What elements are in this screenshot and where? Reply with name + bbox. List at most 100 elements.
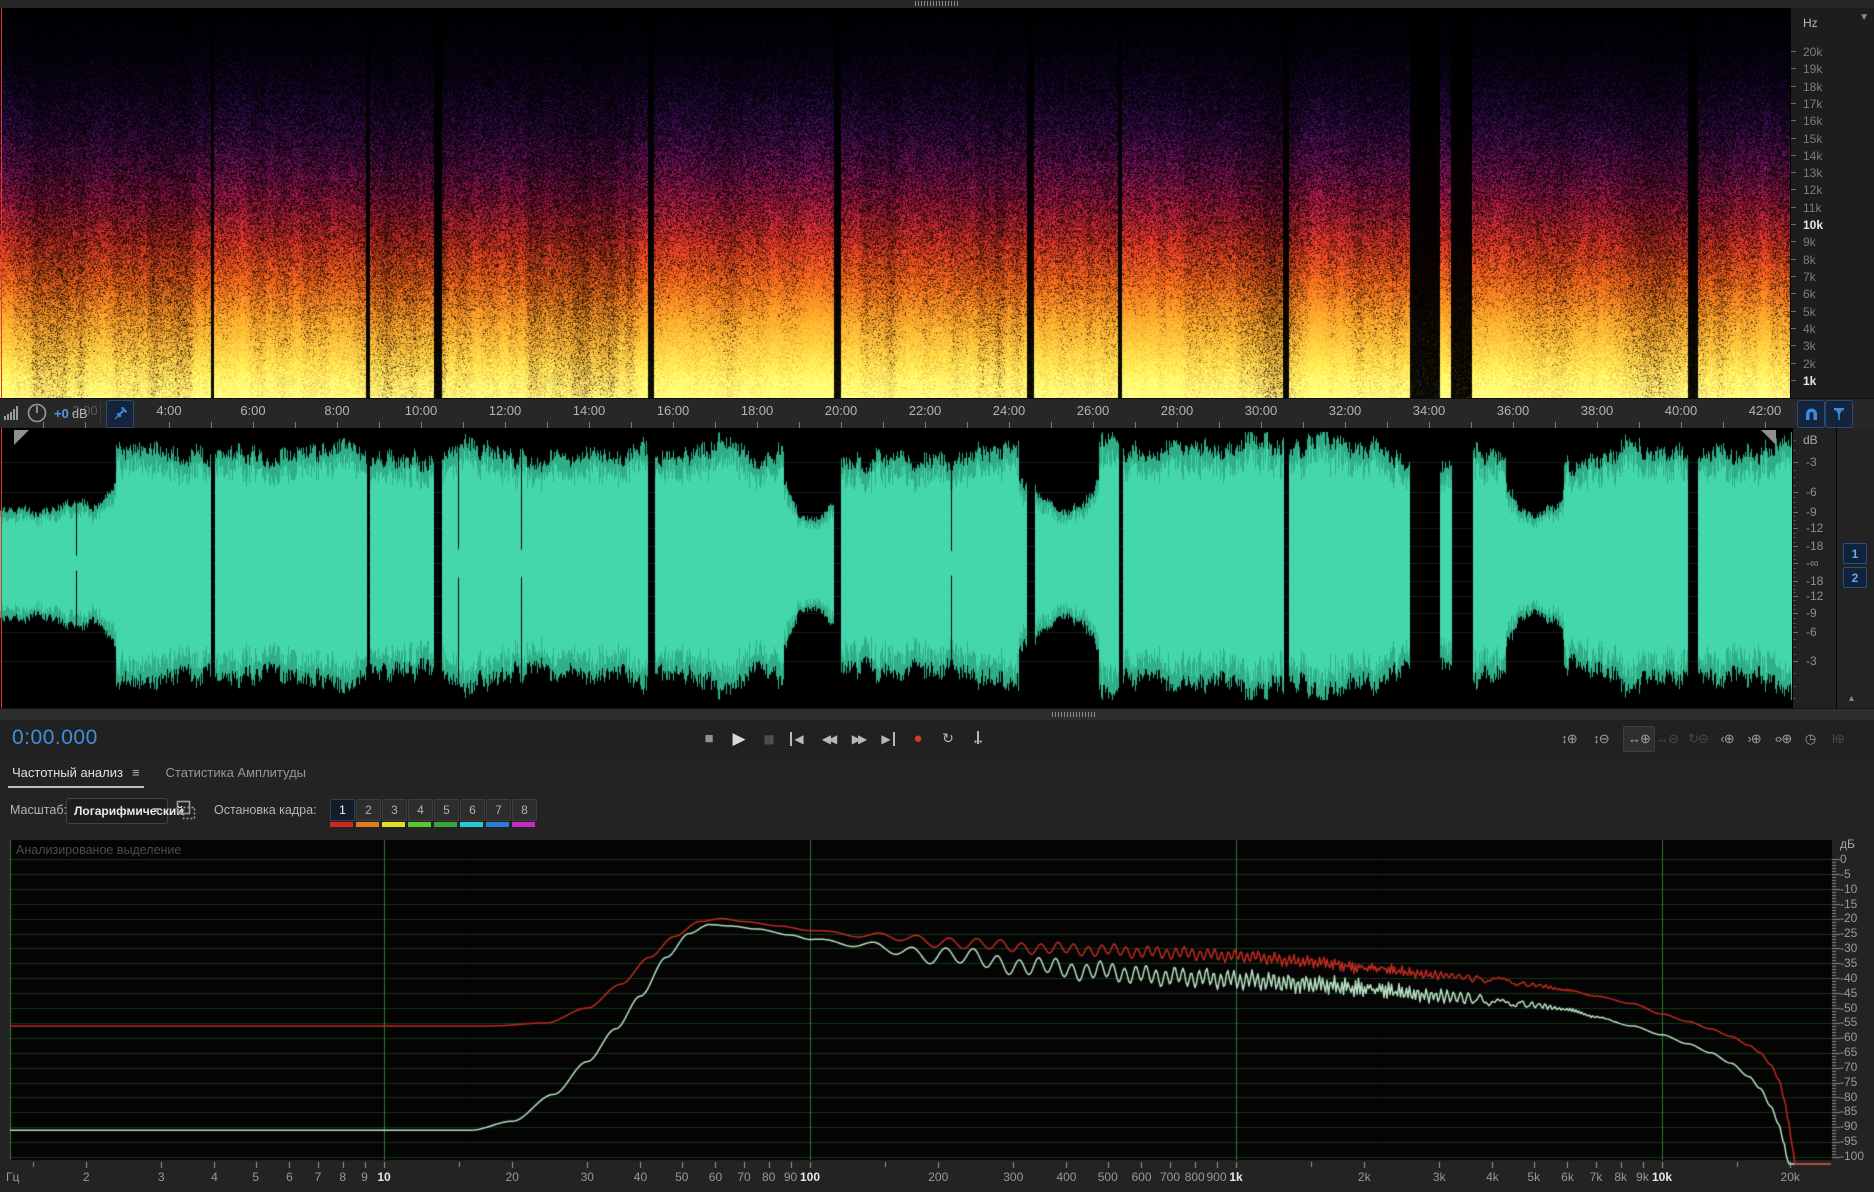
- scale-menu-caret-icon[interactable]: ▼: [1859, 12, 1869, 23]
- zoom-in-point-button[interactable]: ‹⊕: [1715, 720, 1739, 757]
- scroll-up-icon[interactable]: ▴: [1849, 693, 1854, 704]
- loop-playback-button[interactable]: ↻: [935, 720, 961, 757]
- frame-hold-button-7[interactable]: 7: [486, 799, 511, 821]
- plot-db-label: -80: [1840, 1089, 1858, 1104]
- hz-tick: [1791, 137, 1796, 139]
- fast-forward-button[interactable]: ▶▶: [845, 720, 871, 757]
- tab-label: Статистика Амплитуды: [165, 765, 307, 780]
- tab-label: Частотный анализ: [12, 765, 123, 780]
- record-icon: ●: [913, 730, 923, 747]
- skip-to-end-button[interactable]: ▶: [875, 720, 901, 757]
- frame-hold-button-8[interactable]: 8: [512, 799, 537, 821]
- zoom-in-horizontal-button[interactable]: ↔⊕: [1623, 726, 1655, 752]
- play-button[interactable]: ▶: [726, 720, 752, 757]
- dropdown-caret-icon: [153, 808, 161, 813]
- wave-db-label: -3: [1806, 455, 1817, 469]
- pin-toggle-button[interactable]: [106, 400, 134, 428]
- plot-db-label: -30: [1840, 941, 1858, 956]
- spectrogram-display[interactable]: [0, 8, 1790, 398]
- panel-tabs: Частотный анализ ≡ Статистика Амплитуды: [8, 765, 306, 788]
- wave-db-tick-minor: [1793, 537, 1796, 538]
- levels-meter-icon[interactable]: [4, 406, 20, 420]
- wave-db-tick-minor: [1793, 686, 1796, 687]
- rewind-icon: ◀◀: [821, 731, 838, 746]
- frame-hold-button-6[interactable]: 6: [460, 799, 485, 821]
- frame-hold-button-3[interactable]: 3: [382, 799, 407, 821]
- selection-handle-left[interactable]: [14, 430, 29, 445]
- hz-tick: [1791, 224, 1796, 226]
- record-button[interactable]: ●: [905, 720, 931, 757]
- scale-dropdown[interactable]: Логарифмический: [66, 798, 184, 824]
- marker-toggle-button[interactable]: [1825, 400, 1853, 428]
- waveform-display[interactable]: [0, 428, 1792, 708]
- timeline-ruler[interactable]: 2:00 4:00 6:00 8:00 10:00 12:00 14:00 16:00 18:0…: [0, 398, 1874, 430]
- gain-value[interactable]: +0: [54, 406, 69, 421]
- frame-hold-button-5[interactable]: 5: [434, 799, 459, 821]
- wave-db-tick-minor: [1793, 600, 1796, 601]
- wave-db-label: -6: [1806, 625, 1817, 639]
- zoom-timer-button[interactable]: ◷: [1798, 720, 1822, 757]
- frame-hold-color-8: [512, 822, 535, 827]
- zoom-out-vertical-button[interactable]: ↕⊖: [1589, 720, 1613, 757]
- plot-db-label: -65: [1840, 1045, 1858, 1060]
- channel-2-button[interactable]: 2: [1843, 567, 1867, 588]
- frequency-plot[interactable]: [0, 836, 1874, 1168]
- gain-unit: dB: [71, 405, 88, 421]
- zoom-out-point-button[interactable]: ›⊕: [1742, 720, 1766, 757]
- zoom-out-horizontal-button[interactable]: ↔⊖: [1655, 720, 1679, 757]
- wave-db-tick: [1793, 581, 1798, 582]
- pause-button[interactable]: ▮▮: [755, 720, 781, 757]
- zoom-full-button[interactable]: I⊕: [1826, 720, 1850, 757]
- skip-to-start-button[interactable]: ◀: [784, 720, 810, 757]
- wave-db-tick-minor: [1793, 623, 1796, 624]
- wave-db-tick: [1793, 462, 1798, 463]
- hz-label: 12k: [1803, 183, 1823, 198]
- timeline-label: 36:00: [1496, 403, 1530, 418]
- plot-freq-label: 40: [633, 1170, 648, 1184]
- frequency-scale-ruler[interactable]: Hz ▼ 20k 19k 18k 17k 16k 15k 14k 13k 12k 11k 10k 9k…: [1790, 8, 1874, 398]
- rewind-button[interactable]: ◀◀: [815, 720, 841, 757]
- wave-db-label: -12: [1806, 589, 1824, 603]
- copy-graph-button[interactable]: [176, 800, 196, 820]
- frame-hold-button-2[interactable]: 2: [356, 799, 381, 821]
- hz-label: 15k: [1803, 131, 1823, 146]
- stop-button[interactable]: ■: [696, 720, 722, 757]
- timeline-label: 14:00: [572, 403, 606, 418]
- plot-db-label: -5: [1840, 866, 1851, 881]
- frame-hold-color-1: [330, 822, 353, 827]
- magnet-toggle-button[interactable]: [1797, 400, 1825, 428]
- wave-db-tick-minor: [1793, 647, 1796, 648]
- amplitude-scale-ruler[interactable]: dB -3 -6 -9 -12 -18 -∞ -18 -12 -9 -6 -3: [1792, 428, 1837, 708]
- wave-db-tick-minor: [1793, 502, 1796, 503]
- wave-db-tick-minor: [1793, 592, 1796, 593]
- plot-freq-label: 400: [1056, 1170, 1077, 1184]
- frame-hold-button-1[interactable]: 1: [330, 799, 355, 821]
- hz-tick: [1791, 328, 1796, 330]
- playhead-spectrogram[interactable]: [1, 8, 2, 398]
- plot-freq-label: 900: [1206, 1170, 1227, 1184]
- tab-amplitude-statistics[interactable]: Статистика Амплитуды: [166, 765, 306, 788]
- t-pin-icon: [1834, 408, 1844, 420]
- wave-db-tick-minor: [1793, 524, 1796, 525]
- playhead-waveform[interactable]: [1, 428, 2, 708]
- level-knob-icon[interactable]: [27, 403, 47, 423]
- skip-to-selection-button[interactable]: ↔: [965, 720, 991, 757]
- tab-frequency-analysis[interactable]: Частотный анализ ≡: [8, 765, 144, 788]
- selection-handle-right[interactable]: [1761, 430, 1776, 445]
- plot-freq-label: 1k: [1229, 1170, 1243, 1184]
- zoom-reset-button[interactable]: ↻⊖: [1686, 720, 1710, 757]
- channel-1-button[interactable]: 1: [1843, 543, 1867, 564]
- plot-freq-label: 300: [1003, 1170, 1024, 1184]
- frame-hold-button-4[interactable]: 4: [408, 799, 433, 821]
- time-display[interactable]: 0:00.000: [12, 726, 98, 750]
- frame-hold-color-4: [408, 822, 431, 827]
- frame-hold-color-2: [356, 822, 379, 827]
- zoom-in-vertical-button[interactable]: ↕⊕: [1557, 720, 1581, 757]
- plot-freq-label: 3: [157, 1170, 165, 1184]
- freq-axis-title: Гц: [6, 1170, 20, 1184]
- hz-tick: [1791, 68, 1796, 70]
- zoom-selection-button[interactable]: ‹›⊕: [1771, 720, 1795, 757]
- hz-label: 9k: [1803, 235, 1816, 250]
- panel-menu-icon[interactable]: ≡: [132, 765, 140, 780]
- plot-db-label: -25: [1840, 926, 1858, 941]
